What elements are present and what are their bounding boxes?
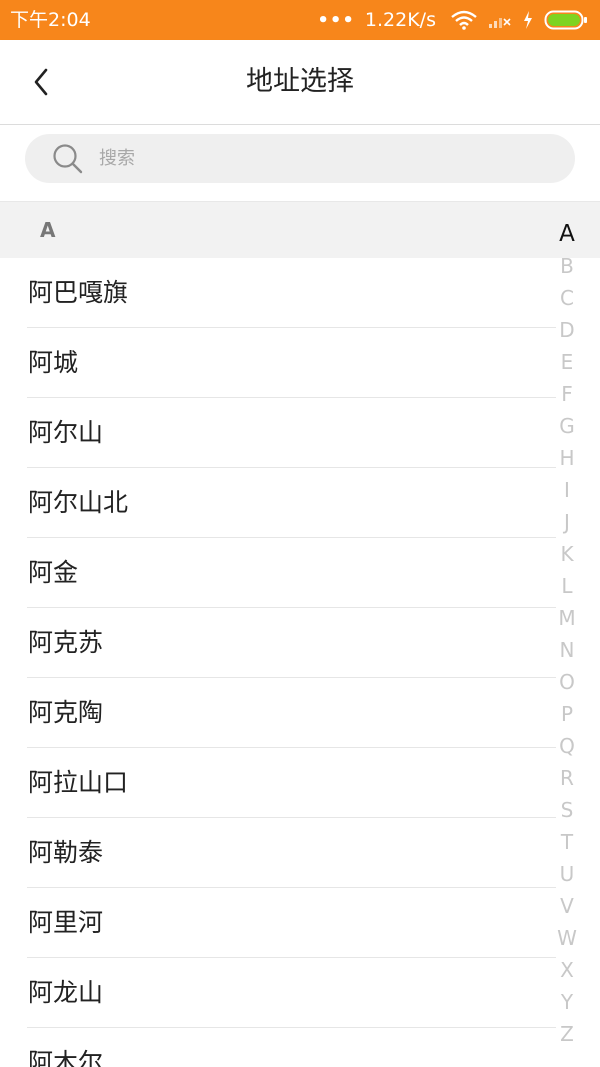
- signal-icon: [488, 11, 512, 29]
- app-header: 地址选择: [0, 40, 600, 125]
- index-letter-m[interactable]: M: [545, 602, 589, 634]
- city-name: 阿城: [28, 348, 79, 377]
- city-list: 阿巴嘎旗 阿城 阿尔山 阿尔山北 阿金 阿克苏 阿克陶 阿拉山口 阿勒泰 阿里河…: [0, 258, 600, 1067]
- index-letter-h[interactable]: H: [545, 442, 589, 474]
- index-letter-l[interactable]: L: [545, 570, 589, 602]
- search-section: [0, 125, 600, 202]
- battery-icon: [544, 9, 588, 31]
- list-item[interactable]: 阿城: [0, 328, 600, 398]
- network-speed: 1.22K/s: [364, 9, 436, 31]
- index-letter-a[interactable]: A: [545, 218, 589, 250]
- status-icons: ••• 1.22K/s: [317, 8, 588, 32]
- status-time: 下午2:04: [10, 9, 91, 31]
- city-name: 阿尔山: [28, 418, 104, 447]
- city-name: 阿木尔: [28, 1048, 104, 1067]
- index-letter-w[interactable]: W: [545, 922, 589, 954]
- list-item[interactable]: 阿克陶: [0, 678, 600, 748]
- index-letter-k[interactable]: K: [545, 538, 589, 570]
- index-letter-e[interactable]: E: [545, 346, 589, 378]
- list-item[interactable]: 阿尔山北: [0, 468, 600, 538]
- index-letter-f[interactable]: F: [545, 378, 589, 410]
- index-letter-b[interactable]: B: [545, 250, 589, 282]
- index-letter-v[interactable]: V: [545, 890, 589, 922]
- alphabet-index-bar[interactable]: ABCDEFGHIJKLMNOPQRSTUVWXYZ: [545, 218, 589, 1058]
- list-item[interactable]: 阿勒泰: [0, 818, 600, 888]
- search-icon: [52, 143, 84, 175]
- status-bar: 下午2:04 ••• 1.22K/s: [0, 0, 600, 40]
- index-letter-n[interactable]: N: [545, 634, 589, 666]
- index-letter-p[interactable]: P: [545, 698, 589, 730]
- list-item[interactable]: 阿里河: [0, 888, 600, 958]
- index-letter-o[interactable]: O: [545, 666, 589, 698]
- city-name: 阿尔山北: [28, 488, 129, 517]
- city-name: 阿勒泰: [28, 838, 104, 867]
- list-item[interactable]: 阿龙山: [0, 958, 600, 1028]
- index-letter-z[interactable]: Z: [545, 1018, 589, 1050]
- index-letter-d[interactable]: D: [545, 314, 589, 346]
- index-letter-t[interactable]: T: [545, 826, 589, 858]
- list-item[interactable]: 阿尔山: [0, 398, 600, 468]
- city-name: 阿拉山口: [28, 768, 129, 797]
- city-name: 阿金: [28, 558, 79, 587]
- list-item[interactable]: 阿木尔: [0, 1028, 600, 1067]
- chevron-left-icon: [24, 62, 60, 102]
- index-letter-c[interactable]: C: [545, 282, 589, 314]
- index-letter-u[interactable]: U: [545, 858, 589, 890]
- index-letter-g[interactable]: G: [545, 410, 589, 442]
- list-item[interactable]: 阿克苏: [0, 608, 600, 678]
- index-letter-y[interactable]: Y: [545, 986, 589, 1018]
- status-dots: •••: [317, 9, 355, 31]
- list-item[interactable]: 阿巴嘎旗: [0, 258, 600, 328]
- index-letter-r[interactable]: R: [545, 762, 589, 794]
- back-button[interactable]: [24, 62, 60, 102]
- index-letter-x[interactable]: X: [545, 954, 589, 986]
- section-letter: A: [40, 218, 56, 242]
- index-letter-j[interactable]: J: [545, 506, 589, 538]
- charging-icon: [522, 10, 534, 30]
- city-name: 阿巴嘎旗: [28, 278, 129, 307]
- list-item[interactable]: 阿拉山口: [0, 748, 600, 818]
- city-name: 阿龙山: [28, 978, 104, 1007]
- section-header: A: [0, 202, 600, 258]
- city-name: 阿克陶: [28, 698, 104, 727]
- list-item[interactable]: 阿金: [0, 538, 600, 608]
- city-name: 阿克苏: [28, 628, 104, 657]
- index-letter-q[interactable]: Q: [545, 730, 589, 762]
- index-letter-s[interactable]: S: [545, 794, 589, 826]
- city-name: 阿里河: [28, 908, 104, 937]
- index-letter-i[interactable]: I: [545, 474, 589, 506]
- search-box[interactable]: [25, 134, 575, 183]
- page-title: 地址选择: [246, 66, 354, 97]
- search-input[interactable]: [99, 134, 539, 183]
- wifi-icon: [450, 10, 478, 30]
